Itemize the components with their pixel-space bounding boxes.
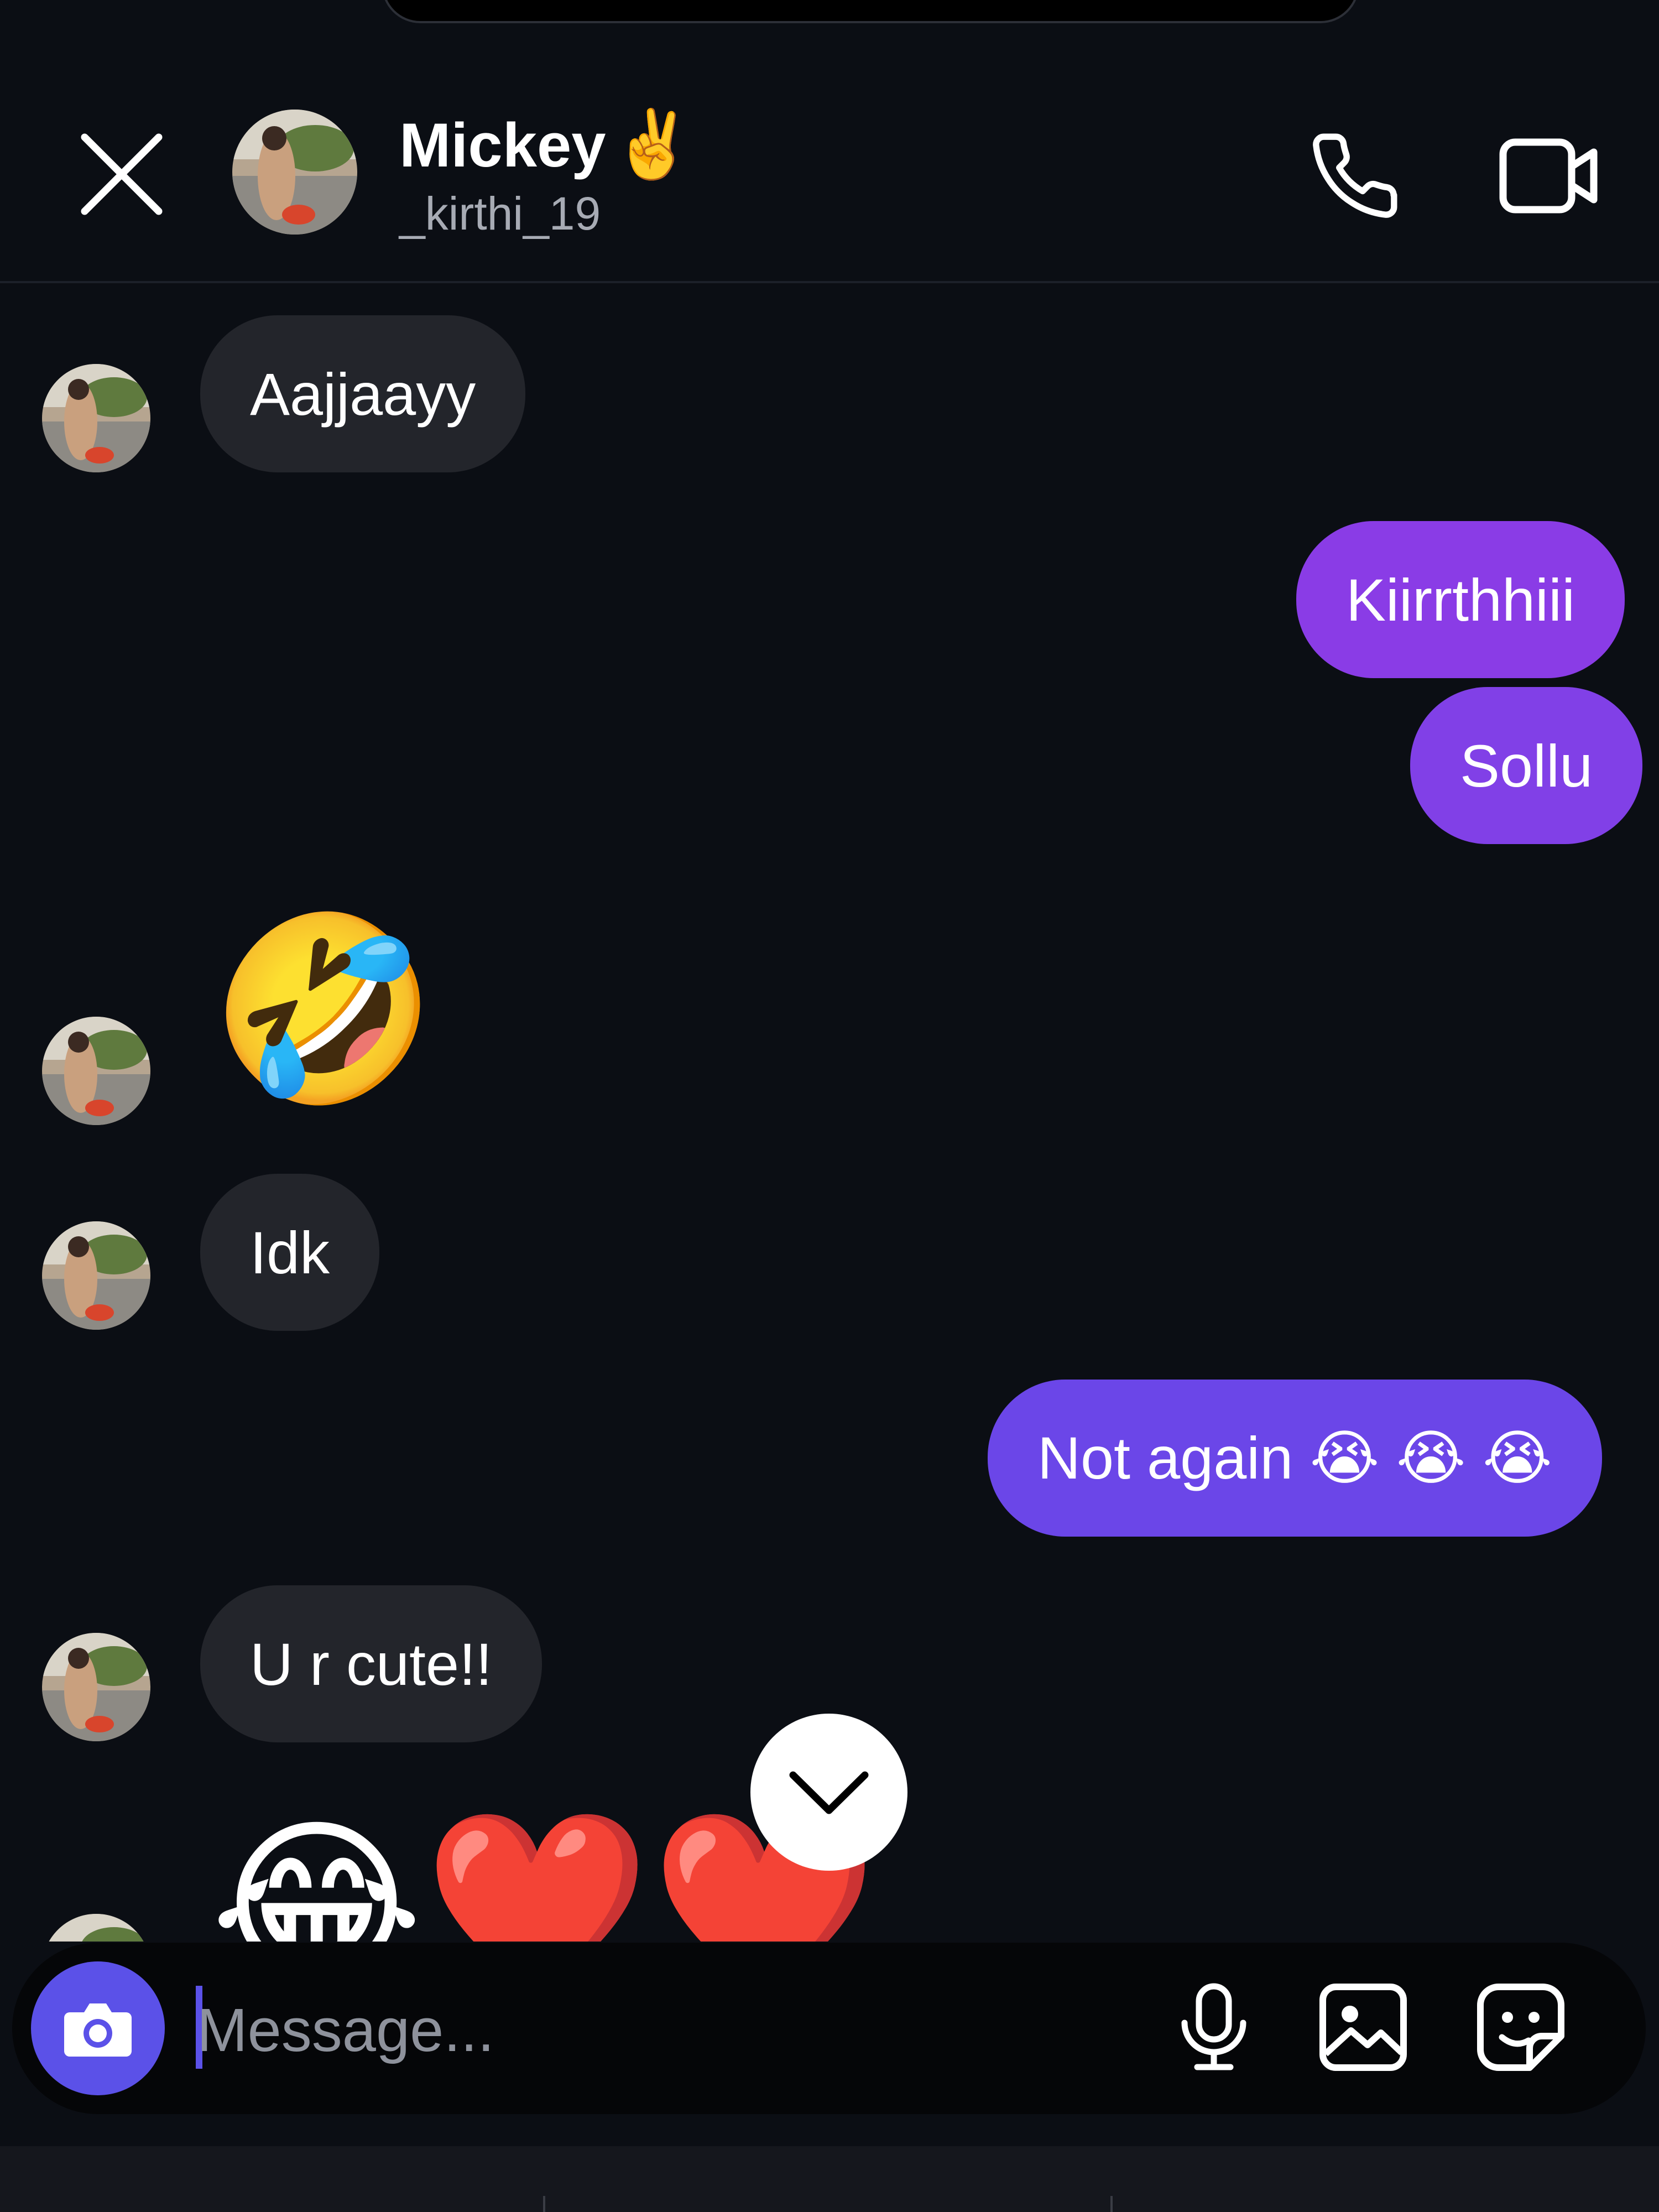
emoji-message[interactable]: 🤣 [210,918,437,1101]
chevron-down-icon [789,1771,869,1814]
bottom-navigation-bar [0,2146,1659,2212]
video-camera-icon [1499,138,1598,214]
contact-handle: _kirthi_19 [399,188,601,240]
message-bubble-incoming[interactable]: Aajjaayy [200,315,526,472]
voice-message-button[interactable] [1167,1980,1261,2074]
audio-call-button[interactable] [1305,126,1405,226]
message-text: Sollu [1460,732,1593,799]
sender-avatar[interactable] [42,1221,150,1330]
message-bubble-incoming[interactable]: Idk [200,1174,380,1331]
sender-avatar[interactable] [42,1017,150,1125]
header-divider [0,281,1659,283]
message-text: U r cute!! [250,1630,493,1698]
message-bubble-incoming[interactable]: U r cute!! [200,1585,542,1742]
sender-avatar[interactable] [42,364,150,472]
sticker-icon [1477,1984,1564,2071]
camera-button[interactable] [31,1961,165,2095]
message-bubble-outgoing[interactable]: Not again 😭 😭 😭 [988,1380,1602,1537]
contact-name-emoji: ✌️ [611,107,694,181]
message-text: Aajjaayy [250,360,476,428]
message-text: Kiirrthhiii [1346,566,1575,633]
contact-name-text: Mickey [399,110,606,180]
contact-avatar[interactable] [232,110,357,235]
video-call-button[interactable] [1493,126,1604,226]
nav-separator [1110,2196,1113,2212]
close-button[interactable] [77,130,166,218]
message-text: Not again 😭 😭 😭 [1037,1424,1552,1491]
message-input[interactable] [197,1991,1137,2069]
sticker-button[interactable] [1474,1980,1568,2074]
nav-separator [543,2196,545,2212]
gallery-button[interactable] [1316,1980,1410,2074]
message-bubble-outgoing[interactable]: Sollu [1410,687,1643,844]
message-bubble-outgoing[interactable]: Kiirrthhiii [1296,521,1625,678]
message-text: Idk [250,1219,330,1286]
contact-name[interactable]: Mickey ✌️ [399,106,694,184]
scroll-to-bottom-button[interactable] [750,1714,907,1871]
image-icon [1319,1984,1407,2071]
phone-icon [1313,133,1397,218]
camera-icon [64,2003,132,2057]
sender-avatar[interactable] [42,1633,150,1741]
microphone-icon [1181,1983,1246,2070]
close-icon [81,133,163,215]
